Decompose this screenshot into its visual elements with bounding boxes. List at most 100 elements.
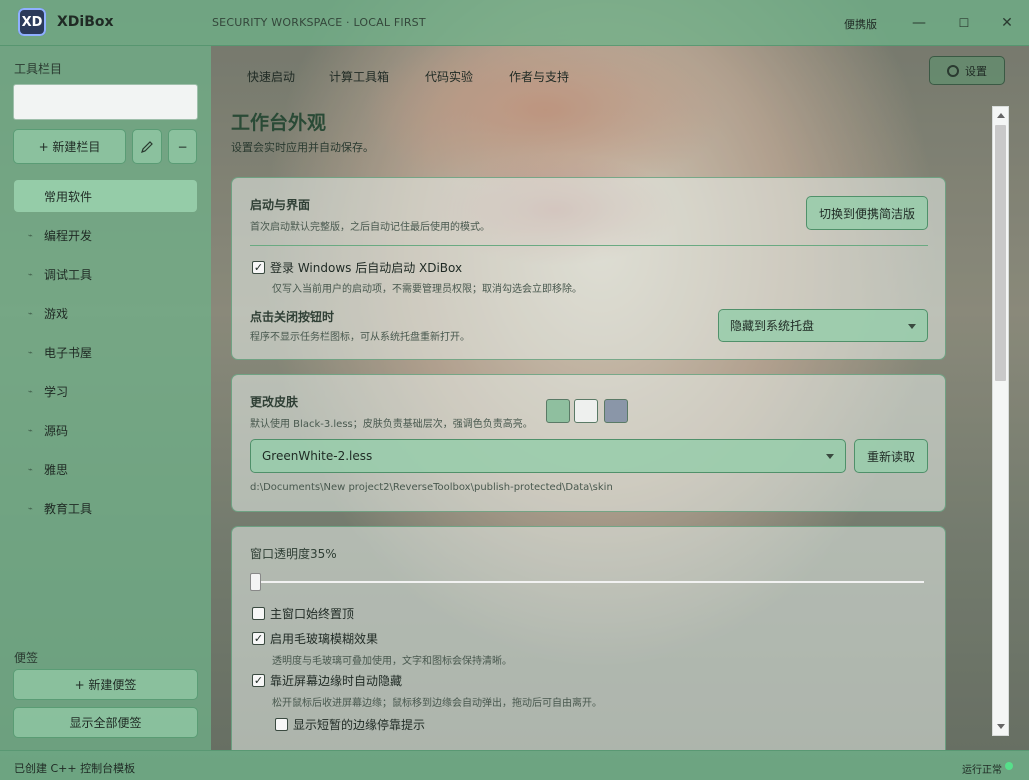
chevron-down-icon [908,323,916,329]
edge-hint-checkbox[interactable] [275,718,288,731]
skin-swatch-green[interactable] [546,399,570,423]
opacity-label: 窗口透明度35% [250,547,337,561]
skin-file-select[interactable]: GreenWhite-2.less [250,439,846,473]
close-behavior-desc: 程序不显示任务栏图标，可从系统托盘重新打开。 [250,332,470,343]
new-column-button[interactable]: + 新建栏目 [13,129,126,164]
opacity-slider-track[interactable] [256,581,924,583]
show-all-notes-button[interactable]: 显示全部便签 [13,707,198,738]
status-message: 已创建 C++ 控制台模板 [14,762,136,775]
opacity-value: 35% [310,547,337,561]
startup-title: 启动与界面 [250,198,311,212]
blur-label: 启用毛玻璃模糊效果 [270,632,379,646]
branch-icon: ⌁ [28,386,33,396]
branch-icon: ⌁ [28,464,33,474]
app-subtitle: SECURITY WORKSPACE · LOCAL FIRST [212,16,426,29]
blur-checkbox[interactable]: ✓ [252,632,265,645]
sidebar-item[interactable]: ⌁ 调试工具 [14,258,197,290]
scroll-down-icon[interactable] [997,724,1005,729]
tab-author-support[interactable]: 作者与支持 [509,68,569,85]
app-name: XDiBox [57,14,114,30]
title-bar: XD XDiBox SECURITY WORKSPACE · LOCAL FIR… [0,0,1029,46]
sidebar-item-label: 编程开发 [44,228,93,243]
edge-hint-label: 显示短暂的边缘停靠提示 [293,718,426,732]
close-behavior-value: 隐藏到系统托盘 [730,319,815,333]
page-title: 工作台外观 [231,112,327,134]
sidebar-item-label: 常用软件 [44,189,93,204]
skin-desc: 默认使用 Black-3.less；皮肤负责基础层次，强调色负责高亮。 [250,419,533,430]
branch-icon: ⌁ [28,347,33,357]
scroll-up-icon[interactable] [997,113,1005,118]
chevron-down-icon [826,454,834,459]
toolbar-section-label: 工具栏目 [14,62,63,76]
tab-code-lab[interactable]: 代码实验 [425,68,473,85]
sidebar-item[interactable]: ⌁ 电子书屋 [14,336,197,368]
branch-icon: ⌁ [28,230,33,240]
sidebar-item[interactable]: ⌁ 教育工具 [14,492,197,524]
edge-hide-label: 靠近屏幕边缘时自动隐藏 [270,674,403,688]
branch-icon: ⌁ [28,269,33,279]
status-bar: 已创建 C++ 控制台模板 运行正常 [0,750,1029,780]
sidebar-item-label: 雅思 [44,462,69,477]
card-divider [250,245,928,246]
branch-icon: ⌁ [28,425,33,435]
settings-label: 设置 [965,64,987,78]
sidebar-item[interactable]: ⌁ 游戏 [14,297,197,329]
main-panel: 快速启动 计算工具箱 代码实验 作者与支持 设置 工作台外观 设置会实时应用并自… [211,46,1029,750]
sidebar-item[interactable]: ⌁ 雅思 [14,453,197,485]
skin-swatch-gray[interactable] [604,399,628,423]
opacity-slider-thumb[interactable] [250,573,261,591]
branch-icon: ⌁ [28,503,33,513]
sidebar-item-label: 源码 [44,423,69,438]
window-card: 窗口透明度35% 主窗口始终置顶 ✓ 启用毛玻璃模糊效果 透明度与毛玻璃可叠加使… [231,526,946,750]
checkmark-icon: ✓ [253,261,264,274]
settings-button[interactable]: 设置 [929,56,1005,85]
sidebar-search-input[interactable] [13,84,198,120]
page-subtitle: 设置会实时应用并自动保存。 [231,141,374,154]
new-note-button[interactable]: + 新建便签 [13,669,198,700]
checkmark-icon: ✓ [253,632,264,645]
sidebar: 工具栏目 + 新建栏目 − 常用软件 ⌁ 编程开发 ⌁ 调试工具 ⌁ 游戏 ⌁ 电子书屋 ⌁ 学习 ⌁… [0,46,211,750]
reload-skin-button[interactable]: 重新读取 [854,439,928,473]
notes-section-label: 便签 [14,651,39,665]
autostart-checkbox[interactable]: ✓ [252,261,265,274]
gear-icon [947,64,959,77]
skin-file-value: GreenWhite-2.less [262,449,373,463]
edge-hide-checkbox[interactable]: ✓ [252,674,265,687]
skin-card: 更改皮肤 默认使用 Black-3.less；皮肤负责基础层次，强调色负责高亮。… [231,374,946,512]
sidebar-item-label: 学习 [44,384,69,399]
edge-hide-desc: 松开鼠标后收进屏幕边缘；鼠标移到边缘会自动弹出，拖动后可自由离开。 [272,698,602,709]
sidebar-item-label: 电子书屋 [44,345,93,360]
checkmark-icon: ✓ [253,674,264,687]
skin-path: d:\Documents\New project2\ReverseToolbox… [250,482,613,493]
status-state: 运行正常 [962,765,1002,776]
minimize-button[interactable]: — [908,12,930,34]
sidebar-item[interactable]: ⌁ 源码 [14,414,197,446]
remove-column-button[interactable]: − [168,129,197,164]
close-behavior-select[interactable]: 隐藏到系统托盘 [718,309,928,342]
switch-portable-button[interactable]: 切换到便携简洁版 [806,196,928,230]
close-button[interactable]: ✕ [996,12,1018,34]
status-indicator [1005,762,1013,770]
startup-desc: 首次启动默认完整版，之后自动记住最后使用的模式。 [250,222,490,233]
close-behavior-title: 点击关闭按钮时 [250,310,335,324]
always-on-top-label: 主窗口始终置顶 [270,607,355,621]
startup-card: 启动与界面 首次启动默认完整版，之后自动记住最后使用的模式。 切换到便携简洁版 … [231,177,946,360]
skin-swatch-white[interactable] [574,399,598,423]
sidebar-item-label: 教育工具 [44,501,93,516]
portable-mode-link[interactable]: 便携版 [844,16,877,32]
always-on-top-checkbox[interactable] [252,607,265,620]
edit-column-button[interactable] [132,129,162,164]
sidebar-item[interactable]: ⌁ 编程开发 [14,219,197,251]
scroll-thumb[interactable] [995,125,1006,381]
skin-title: 更改皮肤 [250,395,299,409]
blur-desc: 透明度与毛玻璃可叠加使用，文字和图标会保持清晰。 [272,656,512,667]
maximize-button[interactable]: ☐ [953,12,975,34]
sidebar-item-label: 游戏 [44,306,69,321]
main-scrollbar[interactable] [992,106,1009,736]
sidebar-item[interactable]: 常用软件 [14,180,197,212]
tab-calc-tools[interactable]: 计算工具箱 [329,68,389,85]
sidebar-item[interactable]: ⌁ 学习 [14,375,197,407]
pencil-icon [141,140,153,153]
branch-icon: ⌁ [28,308,33,318]
tab-quick-launch[interactable]: 快速启动 [247,68,295,85]
